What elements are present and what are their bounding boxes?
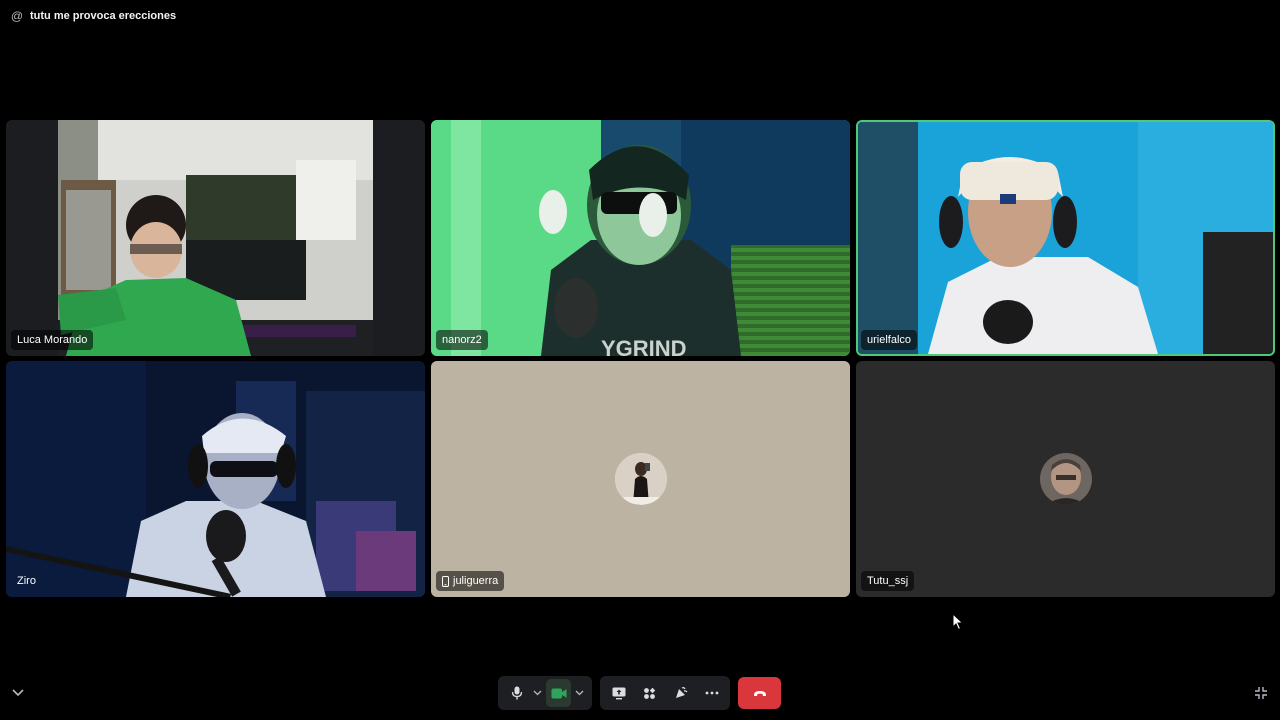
chevron-down-icon [533, 690, 542, 696]
mobile-icon [442, 575, 449, 587]
microphone-button[interactable] [504, 679, 529, 707]
participant-name-tag: Tutu_ssj [861, 571, 915, 591]
more-icon [705, 691, 718, 695]
activities-button[interactable] [636, 679, 664, 707]
at-sign-icon: @ [10, 9, 24, 23]
more-options-button[interactable] [698, 679, 726, 707]
exit-fullscreen-button[interactable] [1251, 683, 1271, 703]
participant-video: YGRIND [431, 120, 850, 356]
av-controls [498, 676, 592, 710]
activities-icon [644, 687, 656, 699]
chevron-down-icon [575, 690, 584, 696]
participant-name-tag: urielfalco [861, 330, 918, 350]
participant-video [858, 122, 1273, 354]
avatar [1039, 453, 1092, 505]
participant-video [6, 361, 425, 597]
participant-name-tag: Luca Morando [11, 330, 94, 350]
collapse-chevron-button[interactable] [8, 683, 28, 703]
camera-icon [551, 688, 567, 698]
participant-name-tag: juliguerra [436, 571, 505, 591]
phone-hangup-icon [753, 690, 766, 696]
participant-name: Luca Morando [17, 334, 88, 346]
video-tile-nanorz2[interactable]: YGRIND nanorz2 [431, 120, 850, 356]
disconnect-button[interactable] [738, 677, 781, 709]
svg-text:YGRIND: YGRIND [601, 336, 687, 356]
video-tile-ziro[interactable]: Ziro [6, 361, 425, 597]
participant-name-tag: Ziro [11, 571, 42, 591]
camera-button[interactable] [546, 679, 572, 707]
participant-name-tag: nanorz2 [436, 330, 488, 350]
collapse-icon [1255, 687, 1267, 699]
participant-name: Ziro [17, 575, 36, 587]
video-tile-luca-morando[interactable]: Luca Morando [6, 120, 425, 356]
participant-name: nanorz2 [442, 334, 482, 346]
video-tile-tutu-ssj[interactable]: Tutu_ssj [856, 361, 1275, 597]
avatar [614, 453, 667, 505]
participant-video [6, 120, 425, 356]
participant-name: urielfalco [867, 334, 912, 346]
soundboard-icon [675, 687, 687, 698]
video-tile-urielfalco[interactable]: urielfalco [856, 120, 1275, 356]
participant-name: Tutu_ssj [867, 575, 909, 587]
mouse-cursor-icon [952, 613, 964, 631]
channel-title: tutu me provoca erecciones [30, 10, 177, 22]
video-tile-juliguerra[interactable]: juliguerra [431, 361, 850, 597]
microphone-icon [511, 686, 522, 700]
screen-share-icon [612, 687, 625, 699]
chevron-down-icon [12, 689, 24, 697]
participant-name: juliguerra [453, 575, 499, 587]
call-tools [600, 676, 730, 710]
microphone-options-button[interactable] [531, 679, 544, 707]
screen-share-button[interactable] [605, 679, 633, 707]
camera-options-button[interactable] [573, 679, 586, 707]
soundboard-button[interactable] [667, 679, 695, 707]
channel-header: @ tutu me provoca erecciones [0, 0, 1280, 32]
